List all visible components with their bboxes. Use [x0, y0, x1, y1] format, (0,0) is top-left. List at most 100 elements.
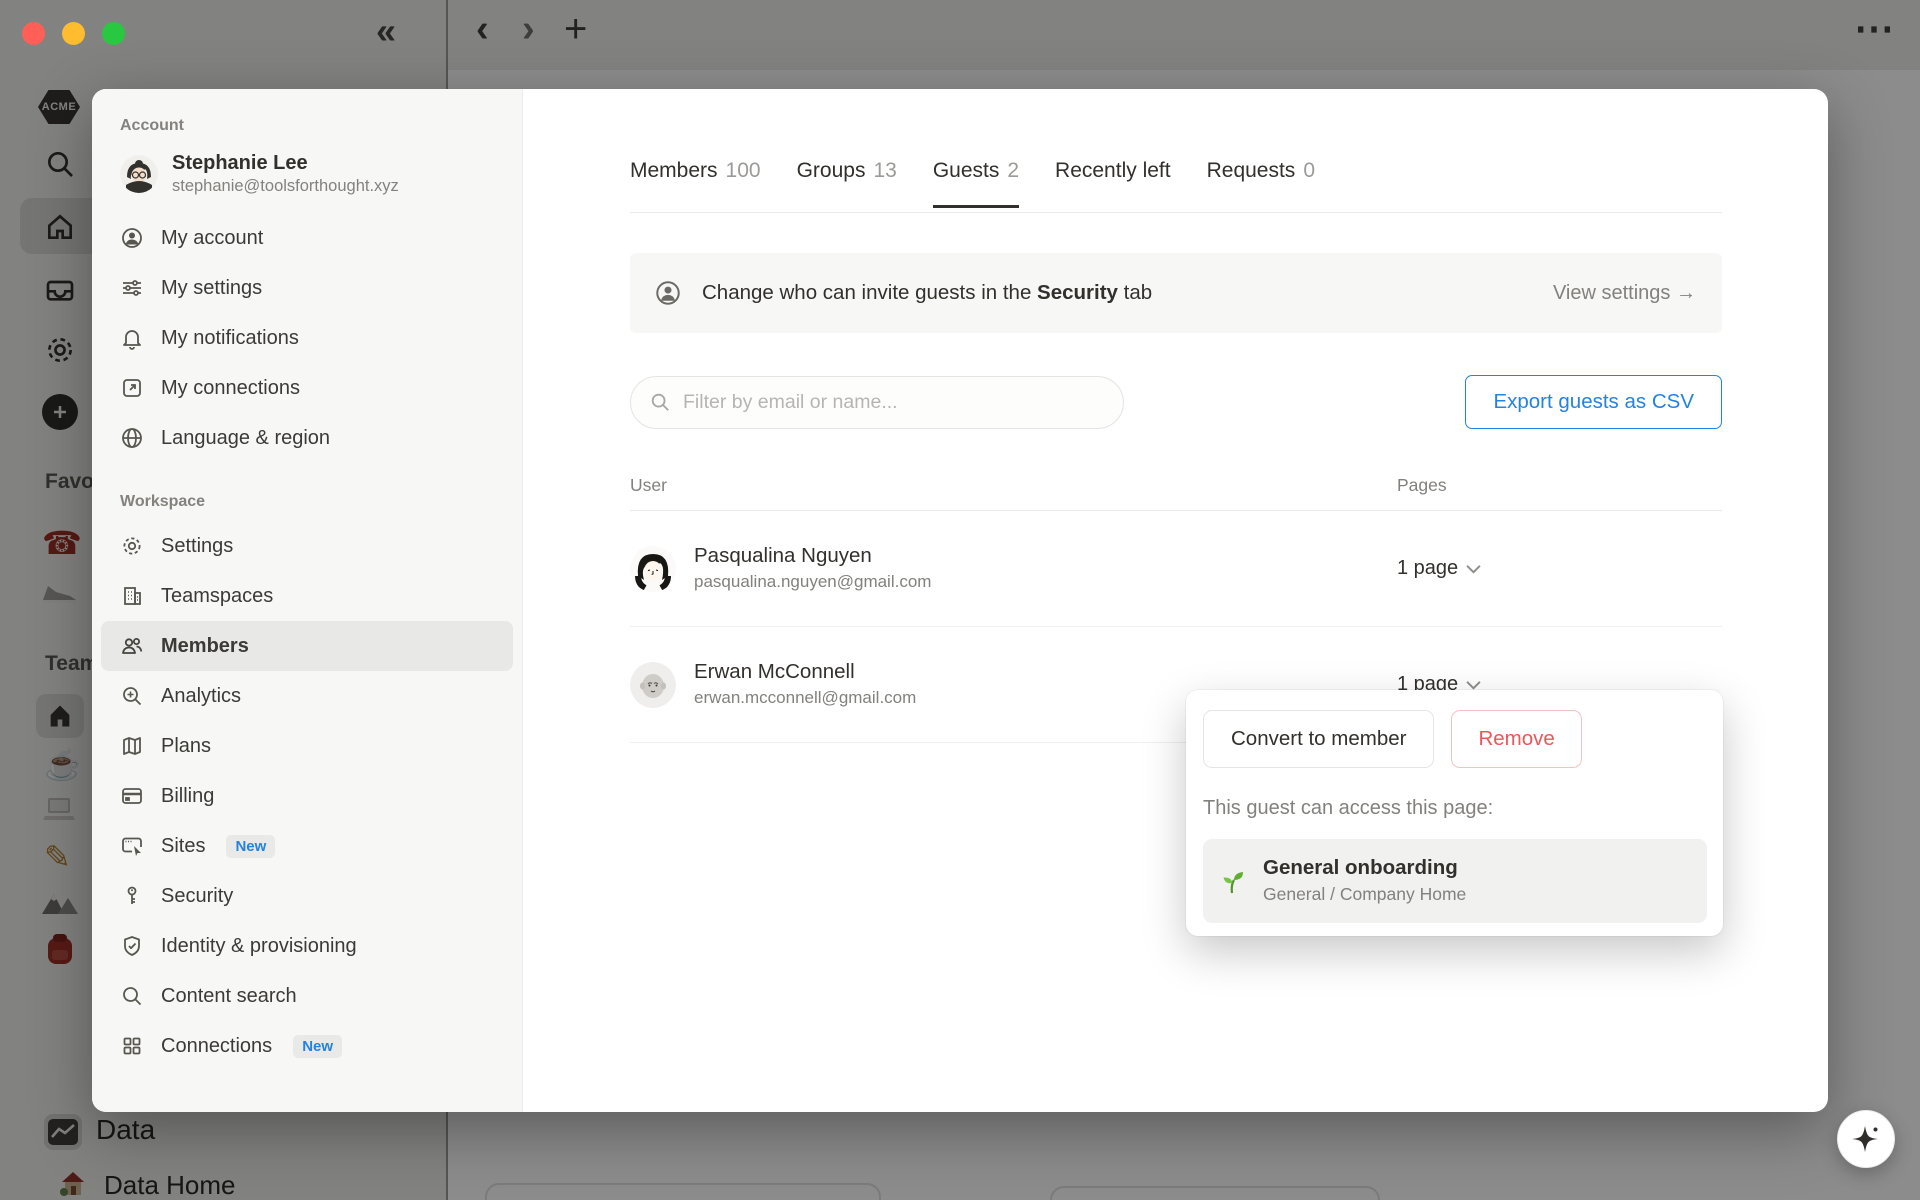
chevron-down-icon — [1466, 564, 1481, 574]
sidebar-item-connections[interactable]: Connections New — [101, 1021, 513, 1071]
user-name: Stephanie Lee — [172, 152, 308, 174]
magnifier-icon — [120, 984, 144, 1008]
tab-recently-left[interactable]: Recently left — [1055, 159, 1171, 208]
close-window-button[interactable] — [22, 22, 45, 45]
tab-label: Members — [630, 159, 718, 182]
tab-count: 0 — [1303, 159, 1315, 182]
new-badge: New — [293, 1034, 343, 1058]
person-circle-icon — [654, 279, 682, 307]
people-icon — [120, 634, 144, 658]
avatar — [630, 661, 676, 708]
guest-access-caption: This guest can access this page: — [1203, 797, 1494, 819]
sidebar-item-label: Content search — [161, 984, 297, 1007]
sidebar-item-label: My settings — [161, 276, 263, 299]
sidebar-item-my-account[interactable]: My account — [101, 213, 513, 263]
workspace-section-label: Workspace — [120, 493, 206, 511]
sidebar-item-label: Sites — [161, 834, 206, 857]
sparkle-icon — [1851, 1124, 1881, 1154]
tab-guests[interactable]: Guests 2 — [932, 159, 1020, 208]
members-settings-panel: Members 100 Groups 13 Guests 2 Recently … — [523, 89, 1828, 1112]
avatar — [630, 545, 676, 592]
globe-icon — [120, 426, 144, 450]
tab-groups[interactable]: Groups 13 — [797, 159, 897, 208]
tab-label: Groups — [796, 159, 866, 182]
sidebar-item-content-search[interactable]: Content search — [101, 971, 513, 1021]
credit-card-icon — [120, 784, 144, 808]
settings-modal: Account Stephanie Lee stephanie@toolsfor… — [92, 89, 1828, 1112]
person-circle-icon — [120, 226, 144, 250]
sidebar-item-sites[interactable]: Sites New — [101, 821, 513, 871]
bell-icon — [120, 326, 144, 351]
sidebar-item-label: My account — [161, 226, 264, 249]
minimize-window-button[interactable] — [62, 22, 85, 45]
guest-filter-box[interactable] — [630, 375, 1124, 429]
current-user[interactable]: Stephanie Lee stephanie@toolsforthought.… — [101, 141, 513, 201]
sidebar-item-analytics[interactable]: Analytics — [101, 671, 513, 721]
guest-row-pasqualina[interactable]: Pasqualina Nguyen pasqualina.nguyen@gmai… — [630, 511, 1722, 627]
view-settings-link[interactable]: View settings → — [1553, 282, 1696, 305]
zoom-window-button[interactable] — [102, 22, 125, 45]
sidebar-item-language-region[interactable]: Language & region — [101, 413, 513, 463]
remove-guest-button[interactable]: Remove — [1451, 710, 1582, 768]
avatar — [120, 155, 158, 194]
export-guests-csv-button[interactable]: Export guests as CSV — [1465, 375, 1722, 429]
sidebar-item-plans[interactable]: Plans — [101, 721, 513, 771]
column-user: User — [630, 475, 667, 495]
tab-count: 100 — [725, 159, 761, 182]
sidebar-item-label: Members — [161, 634, 249, 657]
tab-count: 2 — [1007, 159, 1020, 182]
accessible-page-item[interactable]: General onboarding General / Company Hom… — [1203, 839, 1707, 923]
guest-name: Erwan McConnell — [694, 660, 855, 684]
new-badge: New — [226, 834, 276, 858]
page-title: General onboarding — [1263, 856, 1458, 880]
guest-actions-popover: Convert to member Remove This guest can … — [1186, 690, 1723, 936]
guest-pages-dropdown[interactable]: 1 page — [1397, 557, 1481, 580]
tab-count: 13 — [873, 159, 897, 182]
guest-email: erwan.mcconnell@gmail.com — [694, 687, 917, 707]
building-icon — [120, 584, 144, 608]
guest-email: pasqualina.nguyen@gmail.com — [694, 571, 932, 591]
arrow-right-icon: → — [1676, 281, 1696, 304]
sidebar-item-settings[interactable]: Settings — [101, 521, 513, 571]
sidebar-item-security[interactable]: Security — [101, 871, 513, 921]
search-icon — [649, 391, 671, 413]
chevron-down-icon — [1466, 680, 1481, 690]
browser-cursor-icon — [120, 834, 144, 858]
sidebar-item-my-notifications[interactable]: My notifications — [101, 313, 513, 363]
guest-invite-banner: Change who can invite guests in the Secu… — [630, 253, 1722, 333]
sidebar-item-label: Teamspaces — [161, 584, 274, 607]
sidebar-item-label: My notifications — [161, 326, 299, 349]
settings-sidebar: Account Stephanie Lee stephanie@toolsfor… — [92, 89, 523, 1112]
grid-icon — [120, 1034, 144, 1058]
convert-to-member-button[interactable]: Convert to member — [1203, 710, 1435, 768]
sidebar-item-label: Billing — [161, 784, 215, 807]
key-icon — [120, 884, 144, 908]
sidebar-item-billing[interactable]: Billing — [101, 771, 513, 821]
guest-table-header: User Pages — [630, 475, 1722, 511]
magnifier-sparkle-icon — [120, 684, 144, 708]
account-section-label: Account — [120, 117, 184, 134]
sidebar-item-label: Identity & provisioning — [161, 934, 357, 957]
app-window: « ‹ › + ⋯ ACME Favorites ☎ Teamspaces ☕ … — [0, 0, 1920, 1200]
sidebar-item-label: Security — [161, 884, 234, 907]
guest-filter-input[interactable] — [683, 390, 1105, 414]
sidebar-item-label: Connections — [161, 1034, 273, 1057]
sidebar-item-my-connections[interactable]: My connections — [101, 363, 513, 413]
shield-check-icon — [120, 934, 144, 958]
seedling-icon — [1217, 866, 1247, 896]
sidebar-item-label: Plans — [161, 734, 212, 757]
sidebar-item-members[interactable]: Members — [101, 621, 513, 672]
sidebar-item-identity-provisioning[interactable]: Identity & provisioning — [101, 921, 513, 971]
column-pages: Pages — [1397, 475, 1447, 495]
user-email: stephanie@toolsforthought.xyz — [172, 177, 399, 195]
page-path: General / Company Home — [1263, 884, 1467, 905]
ai-assistant-button[interactable] — [1837, 1110, 1895, 1168]
tab-requests[interactable]: Requests 0 — [1207, 159, 1315, 208]
sidebar-item-teamspaces[interactable]: Teamspaces — [101, 571, 513, 621]
tab-members[interactable]: Members 100 — [630, 159, 761, 208]
filter-row: Export guests as CSV — [630, 375, 1722, 429]
tab-label: Guests — [932, 159, 1000, 182]
sidebar-item-label: Settings — [161, 534, 234, 557]
members-tabs: Members 100 Groups 13 Guests 2 Recently … — [630, 159, 1722, 213]
sidebar-item-my-settings[interactable]: My settings — [101, 263, 513, 313]
